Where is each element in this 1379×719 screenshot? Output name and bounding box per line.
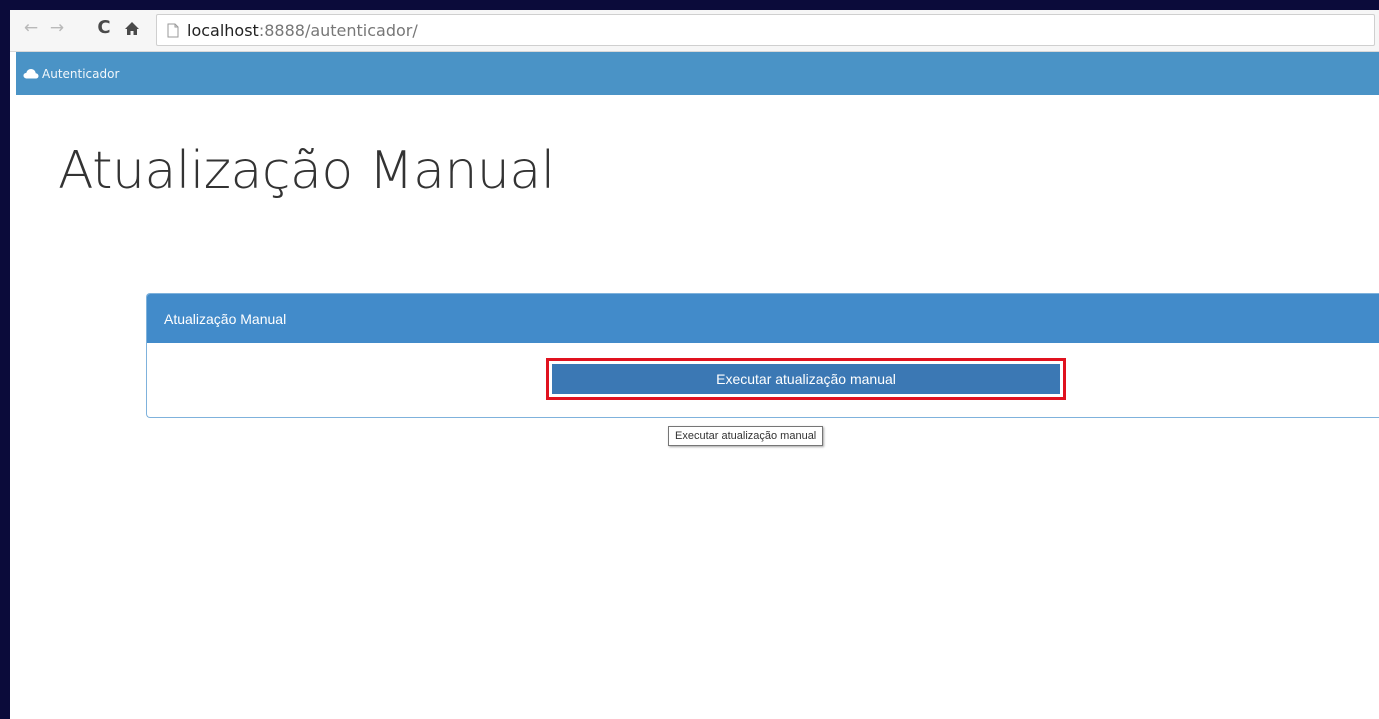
browser-toolbar: ← → C localhost:8888/autenticador/: [10, 10, 1379, 52]
url-path: :8888/autenticador/: [258, 20, 418, 40]
app-navbar: Autenticador: [16, 52, 1379, 95]
page-title: Atualização Manual: [58, 141, 555, 201]
execute-manual-update-button[interactable]: Executar atualização manual: [546, 358, 1066, 400]
cloud-icon: [23, 69, 39, 79]
address-bar[interactable]: localhost:8888/autenticador/: [156, 14, 1375, 46]
home-icon[interactable]: [122, 18, 142, 38]
back-arrow-icon[interactable]: ←: [21, 18, 41, 38]
reload-icon[interactable]: C: [94, 18, 114, 38]
page-icon: [167, 23, 179, 37]
browser-window: ← → C localhost:8888/autenticador/ Auten…: [10, 10, 1379, 719]
url-host: localhost: [187, 20, 259, 40]
panel-heading: Atualização Manual: [147, 294, 1379, 343]
execute-button-label: Executar atualização manual: [552, 364, 1060, 394]
navbar-brand[interactable]: Autenticador: [42, 67, 119, 81]
panel-title: Atualização Manual: [164, 310, 287, 327]
url-text: localhost:8888/autenticador/: [187, 21, 418, 40]
button-tooltip: Executar atualização manual: [668, 426, 824, 446]
forward-arrow-icon[interactable]: →: [47, 18, 67, 38]
update-panel: Atualização Manual Executar atualização …: [146, 293, 1379, 418]
